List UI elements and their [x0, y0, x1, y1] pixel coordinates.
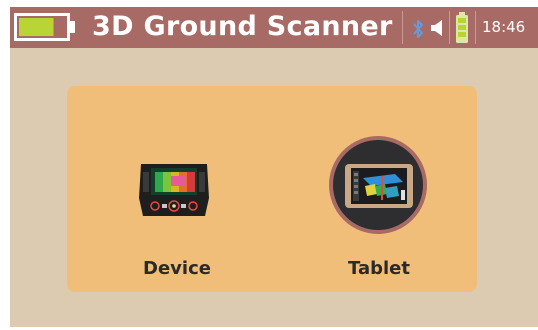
mode-selection-panel: Device Tablet: [67, 86, 477, 292]
status-bar: 3D Ground Scanner 18:46: [10, 7, 538, 48]
signal-battery-icon: [456, 12, 468, 43]
tablet-label: Tablet: [348, 258, 410, 279]
app-screen: 3D Ground Scanner 18:46 Device Tablet: [10, 7, 538, 327]
clock: 18:46: [482, 18, 526, 36]
divider: [475, 11, 476, 44]
tablet-icon: [345, 164, 413, 208]
bluetooth-icon: [413, 20, 423, 38]
divider: [449, 11, 450, 44]
tablet-option[interactable]: Tablet: [319, 136, 439, 284]
device-option[interactable]: Device: [117, 136, 237, 284]
tablet-circle: [329, 136, 427, 234]
device-label: Device: [143, 258, 211, 279]
device-icon: [139, 164, 209, 216]
divider: [402, 11, 403, 44]
speaker-icon: [431, 20, 442, 36]
app-title: 3D Ground Scanner: [92, 11, 393, 42]
battery-icon: [14, 13, 75, 41]
